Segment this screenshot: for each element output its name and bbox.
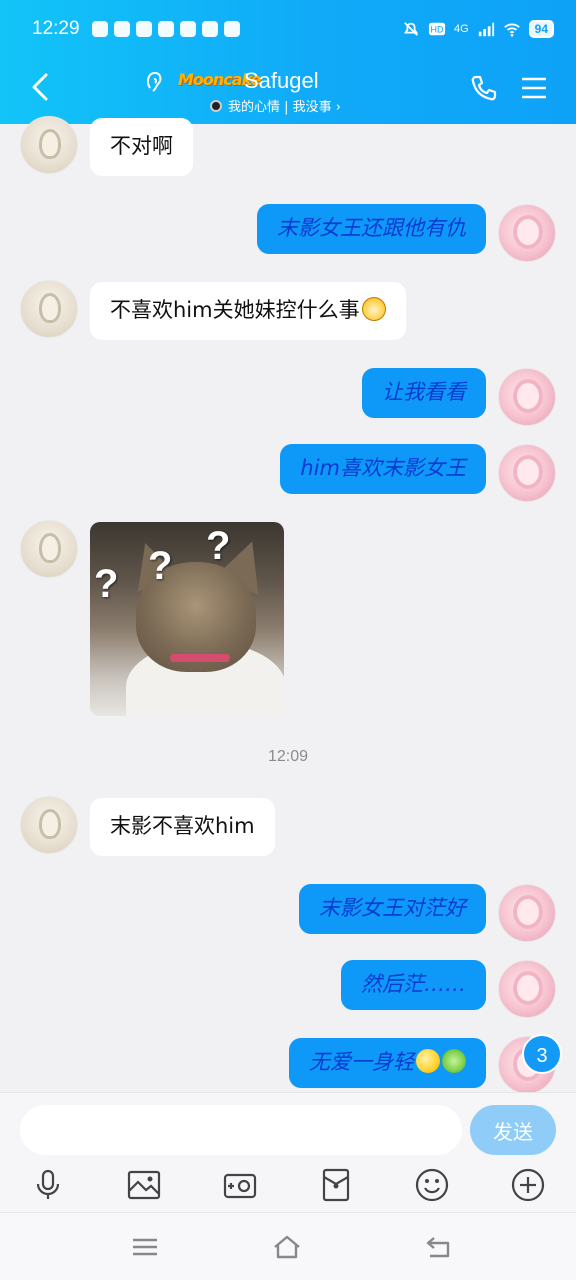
my-avatar[interactable] [498, 444, 556, 502]
back-icon[interactable] [424, 1233, 454, 1261]
wifi-icon [503, 23, 520, 37]
hd-icon: HD [428, 22, 446, 36]
message-bubble-sent[interactable]: 末影女王对茫好 [299, 884, 486, 934]
message-bubble-sent[interactable]: 末影女王还跟他有仇 [257, 204, 486, 254]
network-type: 4G [453, 23, 469, 35]
contact-avatar[interactable] [20, 520, 78, 578]
question-mark: ? [94, 562, 119, 606]
my-avatar[interactable] [498, 884, 556, 942]
home-icon[interactable] [272, 1233, 302, 1261]
unread-count-badge[interactable]: 3 [522, 1034, 562, 1074]
contact-status-text: 我的心情 | 我没事 › [228, 100, 341, 115]
red-packet-icon[interactable] [318, 1167, 354, 1203]
ear-icon [146, 71, 162, 92]
phone-icon[interactable] [470, 74, 498, 102]
mute-bell-icon [403, 22, 419, 36]
contact-status[interactable]: 我的心情 | 我没事 › [210, 96, 341, 115]
chat-header: 12:29 HD 4G 94 Mooncake Safugel 我的心情 | 我… [0, 0, 576, 124]
chat-title-block[interactable]: Mooncake Safugel 我的心情 | 我没事 › [140, 64, 370, 115]
message-bubble-received[interactable]: 末影不喜欢him [90, 798, 275, 856]
menu-icon[interactable] [520, 76, 548, 100]
my-avatar[interactable] [498, 368, 556, 426]
app-notification-icon [202, 21, 218, 37]
contact-avatar[interactable] [20, 280, 78, 338]
smile-face-icon [416, 1049, 440, 1073]
camera-icon[interactable] [222, 1167, 258, 1203]
app-notification-icon [224, 21, 240, 37]
input-toolbar [0, 1163, 576, 1207]
message-bubble-sent[interactable]: 让我看看 [362, 368, 486, 418]
input-area: 发送 [0, 1092, 576, 1212]
message-text: 不喜欢him关她妹控什么事 [110, 298, 360, 322]
cat-collar [170, 654, 230, 662]
status-bar: 12:29 HD 4G 94 [0, 14, 576, 48]
my-avatar[interactable] [498, 204, 556, 262]
app-notification-icon [158, 21, 174, 37]
app-notification-icon [114, 21, 130, 37]
message-text: 无爱一身轻 [309, 1050, 414, 1074]
status-app-icons [92, 21, 240, 37]
send-button[interactable]: 发送 [470, 1105, 556, 1155]
my-avatar[interactable] [498, 960, 556, 1018]
message-bubble-sent[interactable]: him喜欢末影女王 [280, 444, 486, 494]
app-notification-icon [136, 21, 152, 37]
frog-face-icon [442, 1049, 466, 1073]
message-bubble-sent[interactable]: 无爱一身轻 [289, 1038, 486, 1088]
contact-avatar[interactable] [20, 796, 78, 854]
recent-apps-icon[interactable] [130, 1233, 160, 1261]
image-icon[interactable] [126, 1167, 162, 1203]
dog-face-icon [361, 297, 386, 321]
image-message[interactable]: ? ? ? [90, 522, 284, 716]
message-bubble-received[interactable]: 不喜欢him关她妹控什么事 [90, 282, 406, 340]
app-notification-icon [180, 21, 196, 37]
app-notification-icon [92, 21, 108, 37]
svg-text:HD: HD [430, 25, 443, 35]
emoji-icon[interactable] [414, 1167, 450, 1203]
system-navigation-bar [0, 1212, 576, 1280]
message-timestamp: 12:09 [267, 748, 309, 765]
back-arrow-icon[interactable] [28, 72, 54, 102]
contact-name: Safugel [244, 68, 319, 93]
question-mark: ? [206, 524, 231, 568]
question-mark: ? [148, 544, 173, 588]
status-avatar-icon [210, 99, 222, 112]
contact-avatar[interactable] [20, 116, 78, 174]
plus-icon[interactable] [510, 1167, 546, 1203]
status-time: 12:29 [32, 18, 80, 39]
microphone-icon[interactable] [30, 1167, 66, 1203]
message-input[interactable] [20, 1105, 462, 1155]
message-bubble-sent[interactable]: 然后茫…… [341, 960, 486, 1010]
message-bubble-received[interactable]: 不对啊 [90, 118, 193, 176]
battery-level: 94 [528, 20, 554, 38]
status-indicators: HD 4G 94 [402, 20, 554, 38]
signal-icon [478, 22, 494, 37]
